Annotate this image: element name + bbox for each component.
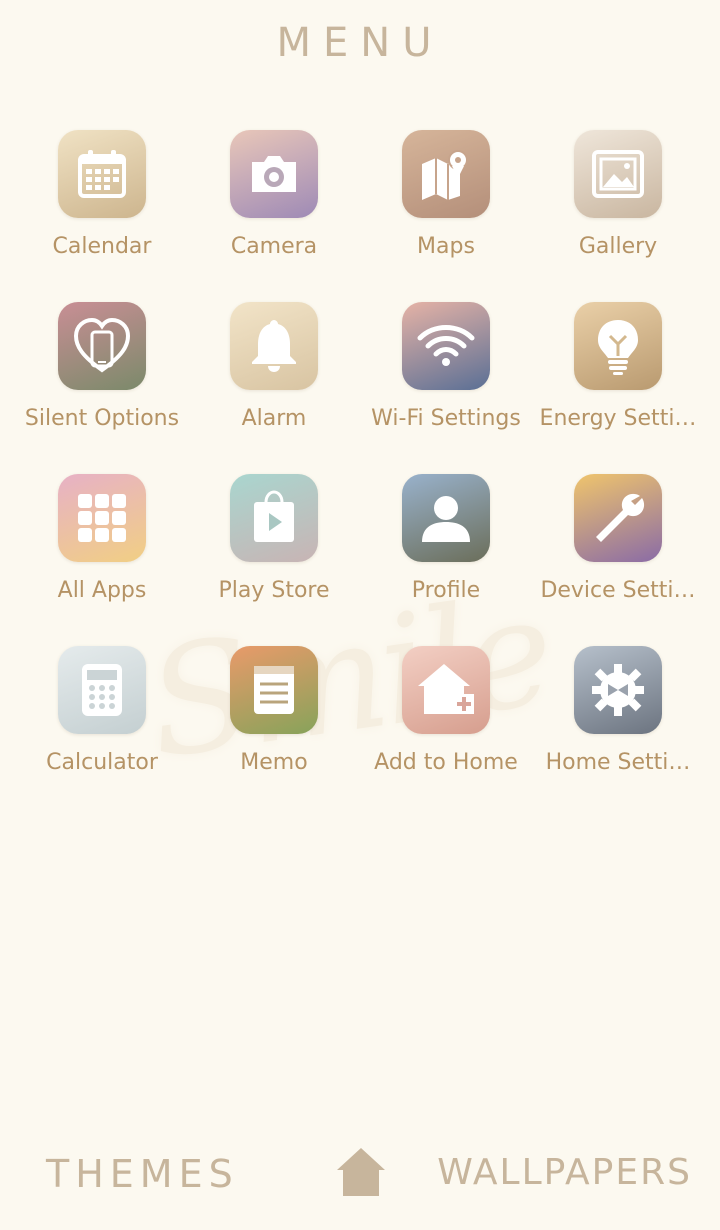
app-play-store[interactable]: Play Store xyxy=(188,474,360,646)
profile-icon xyxy=(402,474,490,562)
app-wrench[interactable]: Device Setti… xyxy=(532,474,704,646)
app-home-settings-gear[interactable]: Home Setti… xyxy=(532,646,704,818)
wrench-icon xyxy=(574,474,662,562)
app-label: Wi-Fi Settings xyxy=(371,406,521,431)
app-profile[interactable]: Profile xyxy=(360,474,532,646)
app-label: Calculator xyxy=(46,750,158,775)
app-label: Add to Home xyxy=(374,750,518,775)
app-label: Energy Setti… xyxy=(539,406,697,431)
add-home-icon xyxy=(402,646,490,734)
page-title: MENU xyxy=(276,20,444,66)
app-label: Home Setti… xyxy=(545,750,691,775)
app-label: Gallery xyxy=(578,234,658,259)
app-grid-apps[interactable]: All Apps xyxy=(16,474,188,646)
wallpapers-button[interactable]: WALLPAPERS xyxy=(437,1152,692,1193)
memo-icon xyxy=(230,646,318,734)
gallery-icon xyxy=(574,130,662,218)
app-memo[interactable]: Memo xyxy=(188,646,360,818)
bell-icon xyxy=(230,302,318,390)
camera-icon xyxy=(230,130,318,218)
app-lightbulb[interactable]: Energy Setti… xyxy=(532,302,704,474)
app-label: Play Store xyxy=(218,578,330,603)
app-label: Memo xyxy=(240,750,308,775)
wifi-icon xyxy=(402,302,490,390)
app-wifi[interactable]: Wi-Fi Settings xyxy=(360,302,532,474)
lightbulb-icon xyxy=(574,302,662,390)
home-icon[interactable] xyxy=(336,1146,386,1198)
app-label: Camera xyxy=(230,234,318,259)
map-icon xyxy=(402,130,490,218)
app-silent-phone[interactable]: Silent Options xyxy=(16,302,188,474)
play-store-icon xyxy=(230,474,318,562)
grid-apps-icon xyxy=(58,474,146,562)
calculator-icon xyxy=(58,646,146,734)
app-calculator[interactable]: Calculator xyxy=(16,646,188,818)
app-label: Calendar xyxy=(52,234,152,259)
app-gallery[interactable]: Gallery xyxy=(532,130,704,302)
bottom-navigation: THEMES WALLPAPERS xyxy=(0,1140,720,1210)
themes-button[interactable]: THEMES xyxy=(46,1152,239,1196)
app-bell[interactable]: Alarm xyxy=(188,302,360,474)
app-add-home[interactable]: Add to Home xyxy=(360,646,532,818)
app-label: Device Setti… xyxy=(540,578,696,603)
app-map[interactable]: Maps xyxy=(360,130,532,302)
app-camera[interactable]: Camera xyxy=(188,130,360,302)
home-settings-gear-icon xyxy=(574,646,662,734)
calendar-icon xyxy=(58,130,146,218)
app-label: All Apps xyxy=(57,578,147,603)
app-grid: Calendar Camera Maps Gallery Silent Options A… xyxy=(16,130,704,818)
app-label: Profile xyxy=(411,578,481,603)
app-label: Maps xyxy=(417,234,475,259)
app-label: Alarm xyxy=(241,406,307,431)
app-calendar[interactable]: Calendar xyxy=(16,130,188,302)
silent-phone-icon xyxy=(58,302,146,390)
app-label: Silent Options xyxy=(24,406,180,431)
